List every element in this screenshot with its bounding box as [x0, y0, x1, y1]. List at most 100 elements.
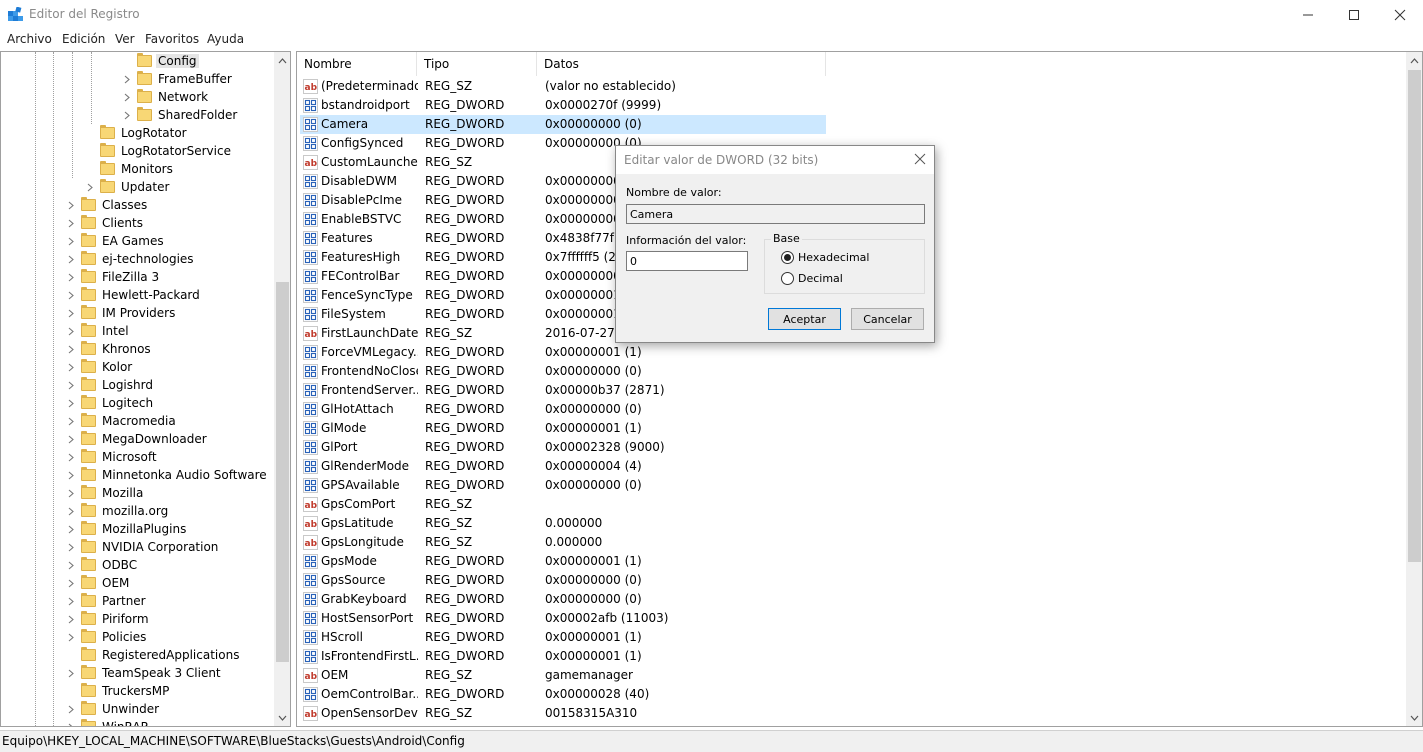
expand-chevron-icon[interactable]	[66, 561, 75, 570]
value-data-input[interactable]	[626, 251, 748, 271]
expand-chevron-icon[interactable]	[66, 345, 75, 354]
column-header-tipo[interactable]: Tipo	[417, 52, 537, 76]
tree-node[interactable]: OEM	[66, 574, 131, 592]
list-scroll-up[interactable]	[1406, 52, 1422, 69]
table-row[interactable]: IsFrontendFirstL... REG_DWORD 0x00000001 (…	[300, 647, 826, 666]
tree-node[interactable]: IM Providers	[66, 304, 177, 322]
tree-node[interactable]: FrameBuffer	[122, 70, 234, 88]
table-row[interactable]: ab (Predeterminado) REG_SZ (valor no establ…	[300, 77, 826, 96]
column-header-datos[interactable]: Datos	[537, 52, 826, 76]
expand-chevron-icon[interactable]	[66, 363, 75, 372]
expand-chevron-icon[interactable]	[66, 615, 75, 624]
list-scroll-thumb[interactable]	[1408, 70, 1421, 562]
maximize-button[interactable]	[1331, 0, 1377, 30]
tree-node[interactable]: Microsoft	[66, 448, 159, 466]
expand-chevron-icon[interactable]	[66, 399, 75, 408]
column-header-nombre[interactable]: Nombre	[297, 52, 417, 76]
expand-chevron-icon[interactable]	[66, 327, 75, 336]
table-row[interactable]: HScroll REG_DWORD 0x00000001 (1)	[300, 628, 826, 647]
expand-chevron-icon[interactable]	[66, 723, 75, 726]
close-button[interactable]	[1377, 0, 1423, 30]
table-row[interactable]: GlHotAttach REG_DWORD 0x00000000 (0)	[300, 400, 826, 419]
tree-node[interactable]: Classes	[66, 196, 149, 214]
tree-node[interactable]: Clients	[66, 214, 145, 232]
expand-chevron-icon[interactable]	[66, 489, 75, 498]
expand-chevron-icon[interactable]	[66, 507, 75, 516]
expand-chevron-icon[interactable]	[66, 471, 75, 480]
table-row[interactable]: bstandroidport REG_DWORD 0x0000270f (9999)	[300, 96, 826, 115]
table-row[interactable]: GlPort REG_DWORD 0x00002328 (9000)	[300, 438, 826, 457]
tree-node[interactable]: Logishrd	[66, 376, 155, 394]
menu-favoritos[interactable]: Favoritos	[145, 32, 199, 46]
table-row[interactable]: ab GpsLongitude REG_SZ 0.000000	[300, 533, 826, 552]
expand-chevron-icon[interactable]	[66, 597, 75, 606]
expand-chevron-icon[interactable]	[66, 579, 75, 588]
tree-node[interactable]: Policies	[66, 628, 148, 646]
table-row[interactable]: HostSensorPort REG_DWORD 0x00002afb (11003…	[300, 609, 826, 628]
table-row[interactable]: GpsSource REG_DWORD 0x00000000 (0)	[300, 571, 826, 590]
expand-chevron-icon[interactable]	[66, 201, 75, 210]
tree-node[interactable]: MegaDownloader	[66, 430, 209, 448]
tree-node[interactable]: Logitech	[66, 394, 155, 412]
tree-node[interactable]: LogRotatorService	[85, 142, 233, 160]
expand-chevron-icon[interactable]	[66, 417, 75, 426]
expand-chevron-icon[interactable]	[122, 111, 131, 120]
tree-node[interactable]: Piriform	[66, 610, 151, 628]
table-row[interactable]: FrontendServer... REG_DWORD 0x00000b37 (28…	[300, 381, 826, 400]
table-row[interactable]: GlRenderMode REG_DWORD 0x00000004 (4)	[300, 457, 826, 476]
table-row[interactable]: OemControlBar... REG_DWORD 0x00000028 (40)	[300, 685, 826, 704]
table-row[interactable]: GlMode REG_DWORD 0x00000001 (1)	[300, 419, 826, 438]
list-scrollbar[interactable]	[1406, 52, 1422, 726]
tree-node[interactable]: SharedFolder	[122, 106, 239, 124]
tree-node[interactable]: Unwinder	[66, 700, 161, 718]
table-row[interactable]: Camera REG_DWORD 0x00000000 (0)	[300, 115, 826, 134]
expand-chevron-icon[interactable]	[66, 705, 75, 714]
table-row[interactable]: GpsMode REG_DWORD 0x00000001 (1)	[300, 552, 826, 571]
tree-node[interactable]: Intel	[66, 322, 131, 340]
tree-node[interactable]: EA Games	[66, 232, 166, 250]
cancel-button[interactable]: Cancelar	[851, 308, 924, 330]
expand-chevron-icon[interactable]	[66, 309, 75, 318]
expand-chevron-icon[interactable]	[122, 93, 131, 102]
tree-scrollbar[interactable]	[274, 52, 290, 726]
list-scroll-down[interactable]	[1406, 709, 1422, 726]
tree-scroll-up[interactable]	[274, 52, 290, 69]
expand-chevron-icon[interactable]	[66, 525, 75, 534]
minimize-button[interactable]	[1285, 0, 1331, 30]
expand-chevron-icon[interactable]	[66, 669, 75, 678]
expand-chevron-icon[interactable]	[66, 633, 75, 642]
tree-node[interactable]: Updater	[85, 178, 171, 196]
tree-node[interactable]: LogRotator	[85, 124, 189, 142]
tree-node[interactable]: Monitors	[85, 160, 175, 178]
expand-chevron-icon[interactable]	[66, 435, 75, 444]
tree-node[interactable]: MozillaPlugins	[66, 520, 188, 538]
table-row[interactable]: ab OEM REG_SZ gamemanager	[300, 666, 826, 685]
menu-archivo[interactable]: Archivo	[7, 32, 52, 46]
tree-node[interactable]: Minnetonka Audio Software	[66, 466, 269, 484]
table-row[interactable]: ab OpenSensorDev... REG_SZ 00158315A310	[300, 704, 826, 723]
tree-node[interactable]: Macromedia	[66, 412, 178, 430]
expand-chevron-icon[interactable]	[66, 255, 75, 264]
tree-node[interactable]: RegisteredApplications	[66, 646, 241, 664]
tree-node[interactable]: Network	[122, 88, 210, 106]
expand-chevron-icon[interactable]	[85, 183, 94, 192]
tree-node[interactable]: NVIDIA Corporation	[66, 538, 220, 556]
tree-node[interactable]: Mozilla	[66, 484, 145, 502]
registry-tree[interactable]: Config FrameBuffer Network SharedFolder LogR…	[0, 51, 291, 727]
tree-node[interactable]: ODBC	[66, 556, 139, 574]
table-row[interactable]: ab GpsLatitude REG_SZ 0.000000	[300, 514, 826, 533]
tree-node[interactable]: TeamSpeak 3 Client	[66, 664, 223, 682]
tree-node[interactable]: FileZilla 3	[66, 268, 161, 286]
tree-node[interactable]: ej-technologies	[66, 250, 196, 268]
table-row[interactable]: GPSAvailable REG_DWORD 0x00000000 (0)	[300, 476, 826, 495]
table-row[interactable]: FrontendNoClose REG_DWORD 0x00000000 (0)	[300, 362, 826, 381]
tree-node[interactable]: Hewlett-Packard	[66, 286, 202, 304]
expand-chevron-icon[interactable]	[66, 381, 75, 390]
expand-chevron-icon[interactable]	[66, 543, 75, 552]
tree-node[interactable]: TruckersMP	[66, 682, 171, 700]
menu-ayuda[interactable]: Ayuda	[207, 32, 244, 46]
tree-node[interactable]: Config	[122, 52, 199, 70]
hexadecimal-radio[interactable]: Hexadecimal	[781, 251, 869, 264]
table-row[interactable]: ForceVMLegacy... REG_DWORD 0x00000001 (1)	[300, 343, 826, 362]
tree-node[interactable]: WinRAR	[66, 718, 151, 726]
